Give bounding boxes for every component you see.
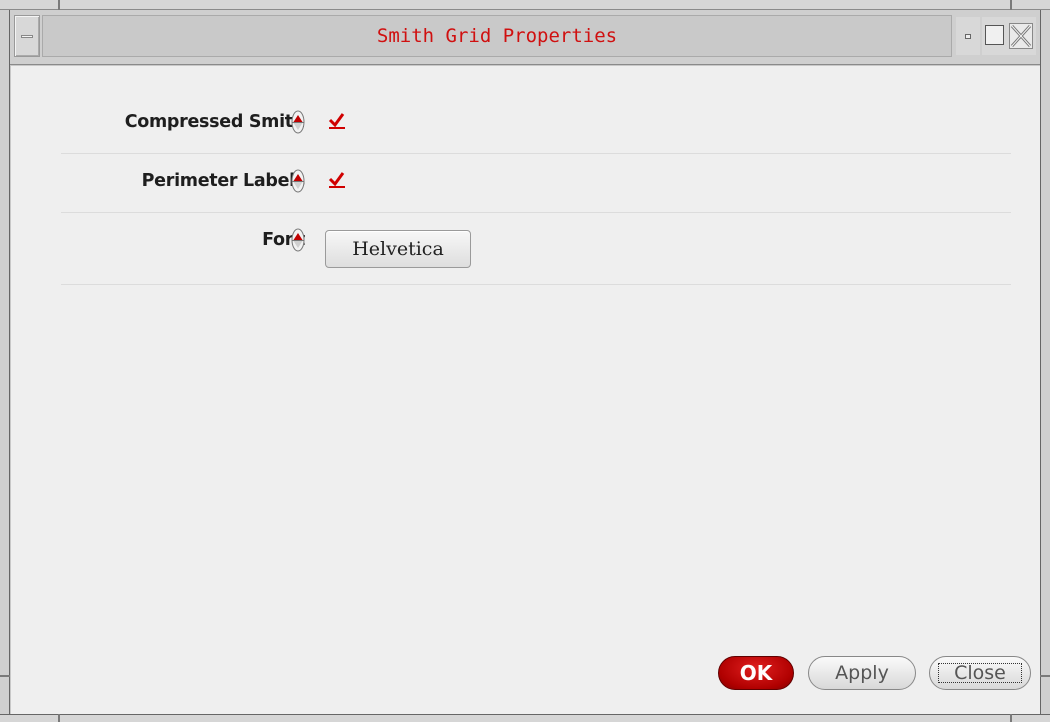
form-row-font: Font Helvetica <box>61 213 1011 285</box>
perimeter-labels-checkbox[interactable] <box>328 171 346 189</box>
spinner-icon[interactable] <box>291 110 305 134</box>
dialog-window: Smith Grid Properties Compressed Smith P… <box>0 0 1050 722</box>
dialog-content: Compressed Smith Perimeter Labels Font H… <box>11 66 1040 714</box>
minimize-icon <box>965 34 971 39</box>
close-window-button[interactable] <box>1006 17 1036 55</box>
frame-resize-handle[interactable] <box>0 675 10 677</box>
frame-resize-handle[interactable] <box>1040 675 1050 677</box>
title-bar[interactable]: Smith Grid Properties <box>10 10 1040 65</box>
title-drag-area[interactable]: Smith Grid Properties <box>42 15 952 57</box>
focus-ring <box>938 663 1022 683</box>
window-frame-right[interactable] <box>1040 10 1050 722</box>
form-row-perimeter-labels: Perimeter Labels <box>61 154 1011 213</box>
window-menu-icon <box>21 35 33 38</box>
window-title: Smith Grid Properties <box>376 25 618 47</box>
form-row-compressed-smith: Compressed Smith <box>61 96 1011 154</box>
window-frame-bottom[interactable] <box>0 714 1050 722</box>
ok-button[interactable]: OK <box>718 656 794 690</box>
close-button[interactable]: Close <box>929 656 1031 690</box>
window-frame-left[interactable] <box>0 10 10 722</box>
frame-resize-handle[interactable] <box>58 714 60 722</box>
frame-resize-handle[interactable] <box>1010 714 1012 722</box>
frame-resize-handle[interactable] <box>1010 0 1012 10</box>
compressed-smith-checkbox[interactable] <box>328 112 346 130</box>
minimize-button[interactable] <box>956 17 980 55</box>
compressed-smith-label: Compressed Smith <box>124 112 306 132</box>
maximize-button[interactable] <box>982 17 1006 55</box>
apply-button[interactable]: Apply <box>808 656 916 690</box>
frame-resize-handle[interactable] <box>58 0 60 10</box>
close-icon <box>1009 23 1033 49</box>
spinner-icon[interactable] <box>291 228 305 252</box>
window-menu-button[interactable] <box>14 15 40 57</box>
spinner-icon[interactable] <box>291 169 305 193</box>
perimeter-labels-label: Perimeter Labels <box>141 171 306 191</box>
window-frame-top[interactable] <box>0 0 1050 10</box>
maximize-icon <box>985 25 1004 45</box>
font-select-button[interactable]: Helvetica <box>325 230 471 268</box>
